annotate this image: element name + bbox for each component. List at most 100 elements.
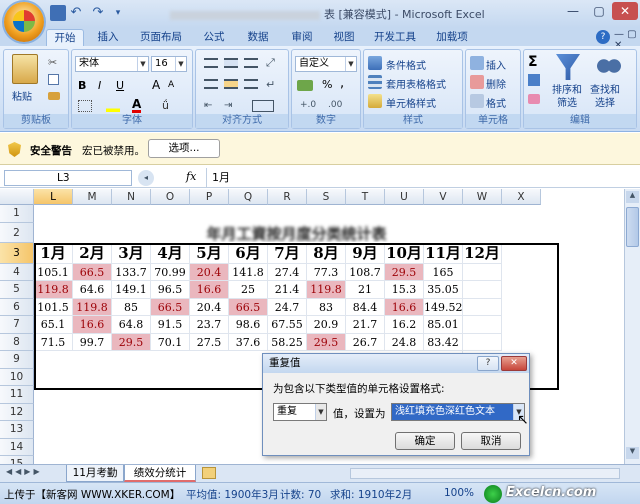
tab-addins[interactable]: 加载项 xyxy=(430,29,474,46)
cell[interactable]: 3月 xyxy=(112,242,151,264)
italic-button[interactable]: I xyxy=(98,79,101,92)
name-box[interactable]: L3 xyxy=(4,170,132,186)
vertical-scrollbar[interactable]: ▲ ▼ xyxy=(624,189,640,464)
border-icon[interactable] xyxy=(78,100,92,112)
comma-button[interactable]: , xyxy=(340,76,344,91)
font-size-combo[interactable]: 16 ▼ xyxy=(151,56,187,72)
cell[interactable]: 9月 xyxy=(346,242,385,264)
cell[interactable]: 16.6 xyxy=(73,316,112,334)
undo-icon[interactable]: ↶ xyxy=(68,5,84,21)
row-header[interactable]: 8 xyxy=(0,333,34,351)
conditional-format-button[interactable]: 条件格式 xyxy=(386,57,426,72)
sheet-title[interactable]: 年月工資按月度分类统计表 xyxy=(34,223,559,242)
cell[interactable]: 101.5 xyxy=(34,298,73,316)
cell[interactable]: 108.7 xyxy=(346,263,385,281)
cell[interactable]: 98.6 xyxy=(229,316,268,334)
cell[interactable]: 29.5 xyxy=(385,263,424,281)
format-button[interactable]: 格式 xyxy=(486,95,506,110)
fill-icon[interactable] xyxy=(528,74,540,86)
cell[interactable]: 15.3 xyxy=(385,281,424,299)
minimize-button[interactable]: — xyxy=(560,2,586,20)
wrap-text-icon[interactable]: ↵ xyxy=(266,78,275,91)
align-left-icon[interactable] xyxy=(204,79,218,89)
sheet-tab-attendance[interactable]: 11月考勤 xyxy=(66,465,124,482)
cell[interactable]: 71.5 xyxy=(34,333,73,351)
column-header[interactable]: S xyxy=(307,189,346,205)
cell[interactable]: 65.1 xyxy=(34,316,73,334)
cell[interactable]: 8月 xyxy=(307,242,346,264)
find-select-button[interactable]: 查找和 选择 xyxy=(590,84,620,110)
formula-input[interactable]: 1月 xyxy=(206,168,624,187)
tab-review[interactable]: 审阅 xyxy=(284,29,320,46)
cell[interactable]: 27.4 xyxy=(268,263,307,281)
merge-center-icon[interactable] xyxy=(252,100,274,112)
insert-function-icon[interactable]: fx xyxy=(186,170,196,183)
tab-developer[interactable]: 开发工具 xyxy=(368,29,422,46)
cell[interactable]: 16.2 xyxy=(385,316,424,334)
copy-icon[interactable] xyxy=(48,74,59,85)
cell[interactable]: 20.9 xyxy=(307,316,346,334)
cell[interactable]: 12月 xyxy=(463,242,502,264)
cell[interactable]: 21.7 xyxy=(346,316,385,334)
column-header[interactable]: X xyxy=(502,189,541,205)
row-header[interactable]: 3 xyxy=(0,242,34,264)
fill-color-icon[interactable] xyxy=(106,100,120,112)
cell[interactable]: 66.5 xyxy=(73,263,112,281)
orientation-icon[interactable]: ⤢ xyxy=(266,56,275,70)
decrease-indent-icon[interactable]: ⇤ xyxy=(204,100,212,111)
row-header[interactable]: 2 xyxy=(0,222,34,243)
cell[interactable]: 24.8 xyxy=(385,333,424,351)
phonetic-icon[interactable]: ǘ xyxy=(162,99,169,112)
redo-icon[interactable]: ↷ xyxy=(90,5,106,21)
number-format-combo[interactable]: 自定义 ▼ xyxy=(295,56,357,72)
cell[interactable]: 64.6 xyxy=(73,281,112,299)
cancel-button[interactable]: 取消 xyxy=(461,432,521,450)
currency-icon[interactable] xyxy=(297,80,313,91)
row-header[interactable]: 9 xyxy=(0,351,34,369)
column-header[interactable]: N xyxy=(112,189,151,205)
cell[interactable]: 24.7 xyxy=(268,298,307,316)
cell[interactable]: 133.7 xyxy=(112,263,151,281)
cell[interactable]: 141.8 xyxy=(229,263,268,281)
expand-namebox-icon[interactable]: ◂ xyxy=(138,170,154,186)
cell[interactable]: 66.5 xyxy=(151,298,190,316)
format-painter-icon[interactable] xyxy=(48,92,60,100)
security-options-button[interactable]: 选项... xyxy=(148,139,220,158)
cell[interactable]: 85.01 xyxy=(424,316,463,334)
tab-home[interactable]: 开始 xyxy=(46,29,84,46)
cell[interactable]: 66.5 xyxy=(229,298,268,316)
align-middle-icon[interactable] xyxy=(224,58,238,68)
row-header[interactable]: 6 xyxy=(0,298,34,316)
increase-decimal-icon[interactable]: +.0 xyxy=(300,100,316,110)
cell[interactable]: 25 xyxy=(229,281,268,299)
horizontal-scrollbar[interactable] xyxy=(350,468,620,479)
scroll-down-icon[interactable]: ▼ xyxy=(626,447,639,459)
cell[interactable]: 10月 xyxy=(385,242,424,264)
cell[interactable]: 23.7 xyxy=(190,316,229,334)
row-header[interactable]: 13 xyxy=(0,421,34,439)
row-header[interactable]: 14 xyxy=(0,438,34,456)
tab-page-layout[interactable]: 页面布局 xyxy=(134,29,188,46)
cell[interactable]: 16.6 xyxy=(190,281,229,299)
cut-icon[interactable]: ✂ xyxy=(48,56,57,69)
row-header[interactable]: 11 xyxy=(0,386,34,404)
cell[interactable]: 119.8 xyxy=(307,281,346,299)
cell[interactable]: 91.5 xyxy=(151,316,190,334)
dialog-close-icon[interactable]: ✕ xyxy=(501,356,527,371)
cell[interactable]: 26.7 xyxy=(346,333,385,351)
save-icon[interactable] xyxy=(50,5,66,21)
align-top-icon[interactable] xyxy=(204,58,218,68)
cell[interactable]: 21 xyxy=(346,281,385,299)
cell[interactable]: 99.7 xyxy=(73,333,112,351)
cell[interactable] xyxy=(463,281,502,299)
cell[interactable]: 11月 xyxy=(424,242,463,264)
customize-qat-icon[interactable]: ▾ xyxy=(110,5,126,21)
cell[interactable]: 16.6 xyxy=(385,298,424,316)
sheet-nav-icon[interactable]: ◀◀▶▶ xyxy=(6,467,43,476)
cell[interactable]: 2月 xyxy=(73,242,112,264)
align-bottom-icon[interactable] xyxy=(244,58,258,68)
scroll-up-icon[interactable]: ▲ xyxy=(626,191,639,203)
close-button[interactable]: ✕ xyxy=(612,2,638,20)
row-header[interactable]: 7 xyxy=(0,316,34,334)
underline-button[interactable]: U xyxy=(116,79,124,92)
